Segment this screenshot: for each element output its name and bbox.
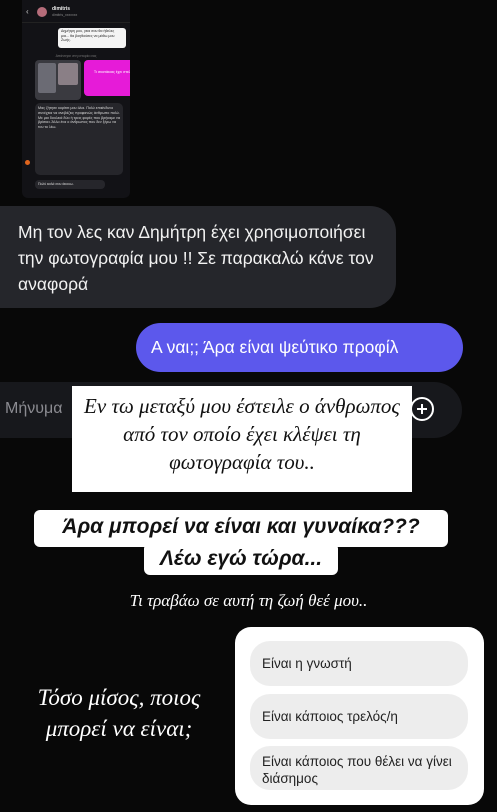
embedded-header: ‹ dimitris dimitris_xxxxxxx <box>22 0 130 23</box>
embedded-long-message: Μας ζήτησε κορίτσι μου όλοι. Πολύ επικίν… <box>35 103 123 175</box>
embedded-username: dimitris <box>52 6 71 12</box>
poll-option-label: Είναι κάποιος που θέλει να γίνει διάσημο… <box>262 754 452 786</box>
story-question-text: Τόσο μίσος, ποιος μπορεί να είναι; <box>37 685 201 741</box>
poll-option-label: Είναι η γνωστή <box>262 656 352 671</box>
embedded-divider: Απάντησε στη ιστορία σας <box>55 54 97 58</box>
avatar-dot-icon <box>25 160 30 165</box>
poll-option[interactable]: Είναι κάποιος που θέλει να γίνει διάσημο… <box>250 746 468 790</box>
avatar <box>37 7 47 17</box>
add-attachment-icon[interactable] <box>410 397 434 421</box>
poll-option-label: Είναι κάποιος τρελός/η <box>262 709 398 724</box>
embedded-pink-reply: Τι σκατάκιας έχει στείλει? <box>84 60 130 96</box>
story-caption: Εν τω μεταξύ μου έστειλε ο άνθρωπος από … <box>84 394 400 474</box>
sent-message-text: Α ναι;; Άρα είναι ψεύτικο προφίλ <box>151 337 399 357</box>
photo-thumbnail <box>58 63 78 85</box>
embedded-footer-message: Πολύ καλά σου άκουω. <box>35 180 105 189</box>
message-input-placeholder: Μήνυμα <box>5 400 63 417</box>
embedded-photo <box>35 60 81 100</box>
story-subcaption: Τι τραβάω σε αυτή τη ζωή θεέ μου.. <box>129 591 368 610</box>
received-message-text: Μη τον λες καν Δημήτρη έχει χρησιμοποιήσ… <box>18 222 374 294</box>
back-icon: ‹ <box>26 7 29 16</box>
embedded-message: Δημήτρη μου, γεια σου θα ήθελες μια... θ… <box>58 28 126 48</box>
embedded-screenshot: ‹ dimitris dimitris_xxxxxxx Δημήτρη μου,… <box>22 0 130 198</box>
photo-thumbnail <box>38 63 56 93</box>
embedded-handle: dimitris_xxxxxxx <box>52 13 78 17</box>
poll-option[interactable]: Είναι η γνωστή <box>250 641 468 686</box>
question-text-secondary: Λέω εγώ τώρα... <box>159 547 323 570</box>
poll-option[interactable]: Είναι κάποιος τρελός/η <box>250 694 468 739</box>
question-text: Άρα μπορεί να είναι και γυναίκα??? <box>62 515 420 538</box>
